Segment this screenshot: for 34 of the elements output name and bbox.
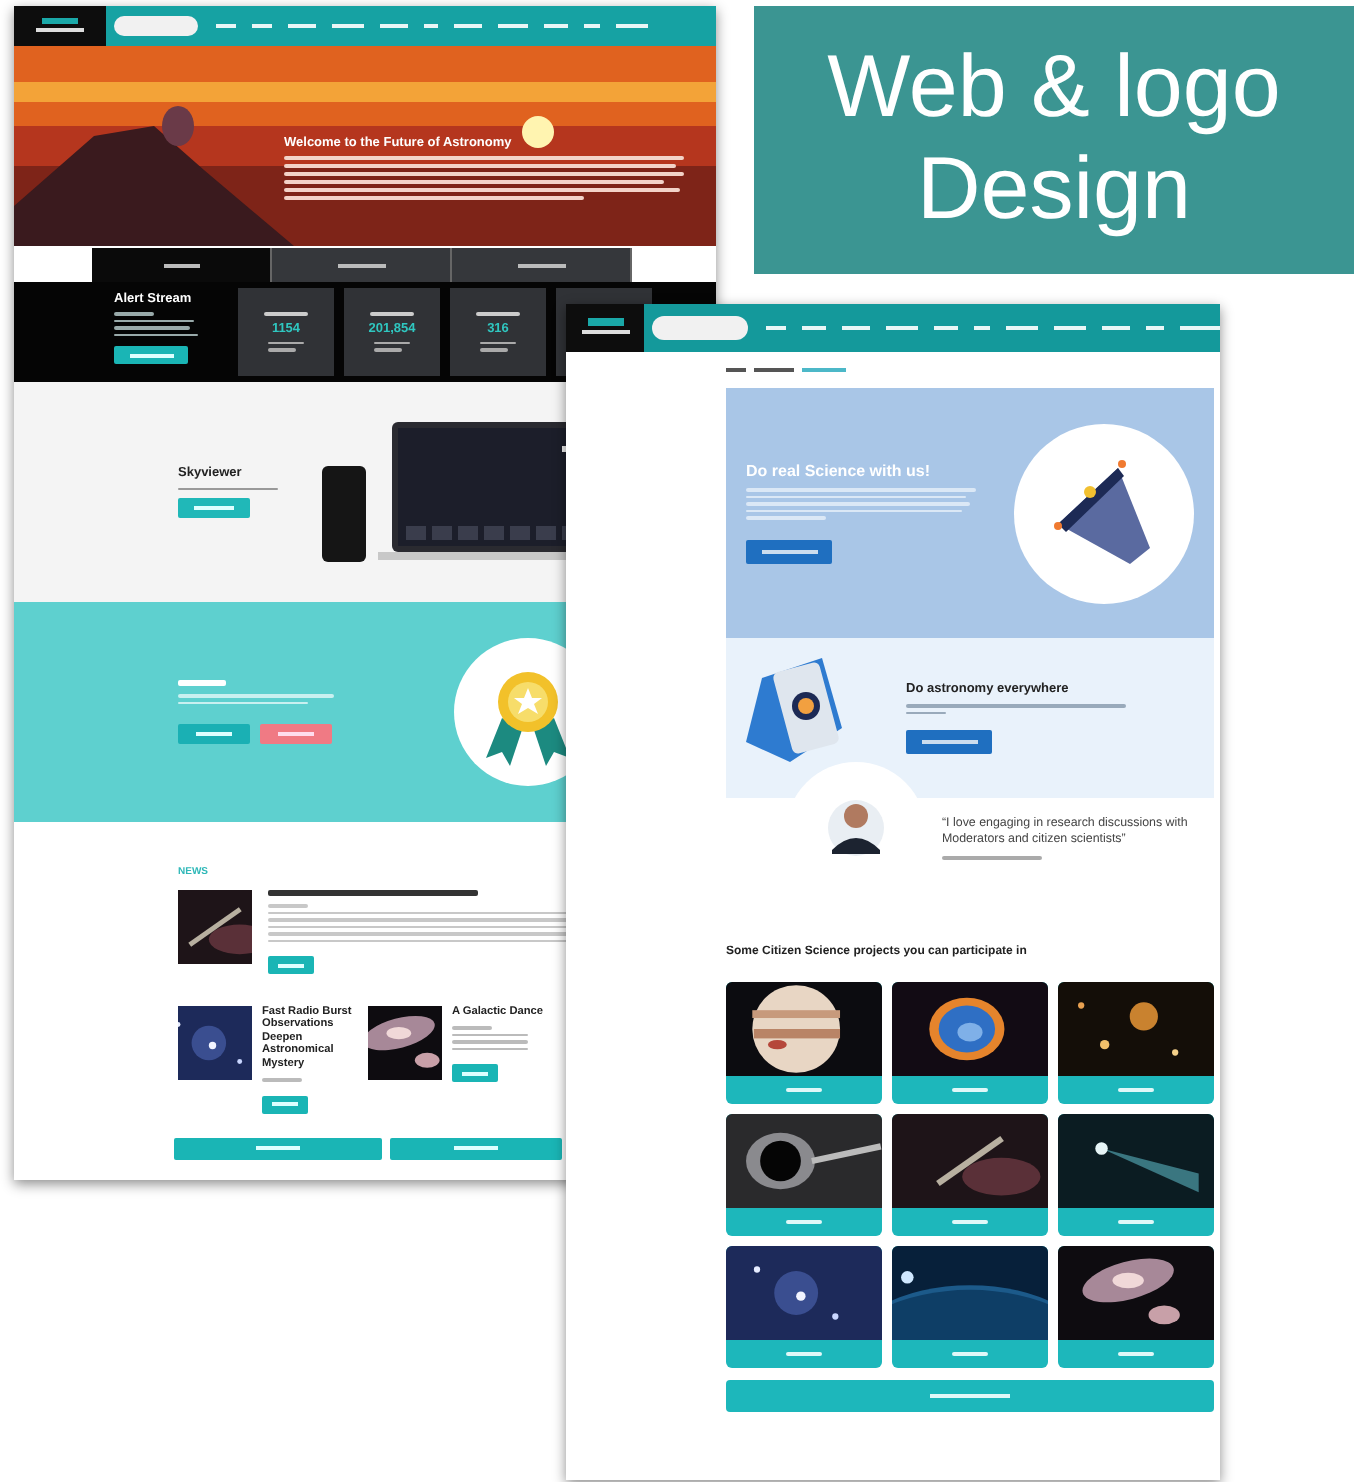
footer-button[interactable] <box>174 1137 382 1160</box>
logo-icon <box>30 16 90 36</box>
project-card[interactable] <box>726 982 882 1104</box>
footer-button[interactable] <box>390 1137 562 1160</box>
primary-button[interactable] <box>178 724 250 744</box>
skyviewer-button[interactable] <box>178 498 250 519</box>
feature-button[interactable] <box>906 730 992 754</box>
tab[interactable] <box>272 248 452 282</box>
blurred-text-drawing <box>114 312 198 336</box>
blurred-text-drawing <box>480 341 516 352</box>
blurred-text-drawing <box>178 680 226 686</box>
read-more-button[interactable] <box>452 1064 498 1083</box>
read-more-button[interactable] <box>262 1095 308 1114</box>
all-projects-button[interactable] <box>726 1380 1214 1412</box>
search-field[interactable] <box>114 16 198 36</box>
blurred-text-drawing <box>374 341 410 352</box>
tab[interactable] <box>452 248 632 282</box>
tab[interactable] <box>92 248 272 282</box>
read-more-button[interactable] <box>268 956 314 974</box>
project-card[interactable] <box>1058 1114 1214 1236</box>
project-card[interactable] <box>1058 1246 1214 1368</box>
hero-title: Do real Science with us! <box>746 462 933 481</box>
blurred-text-drawing <box>268 341 304 352</box>
project-card[interactable] <box>892 982 1048 1104</box>
hero-button[interactable] <box>746 539 832 564</box>
search-field[interactable] <box>652 316 748 340</box>
alert-button[interactable] <box>114 346 188 364</box>
project-card[interactable] <box>726 1114 882 1236</box>
secondary-button[interactable] <box>260 724 332 744</box>
title-text: Web & logo Design <box>825 38 1283 242</box>
project-card[interactable] <box>892 1114 1048 1236</box>
project-card[interactable] <box>892 1246 1048 1368</box>
project-card[interactable] <box>1058 982 1214 1104</box>
blurred-text-drawing <box>452 1026 528 1051</box>
